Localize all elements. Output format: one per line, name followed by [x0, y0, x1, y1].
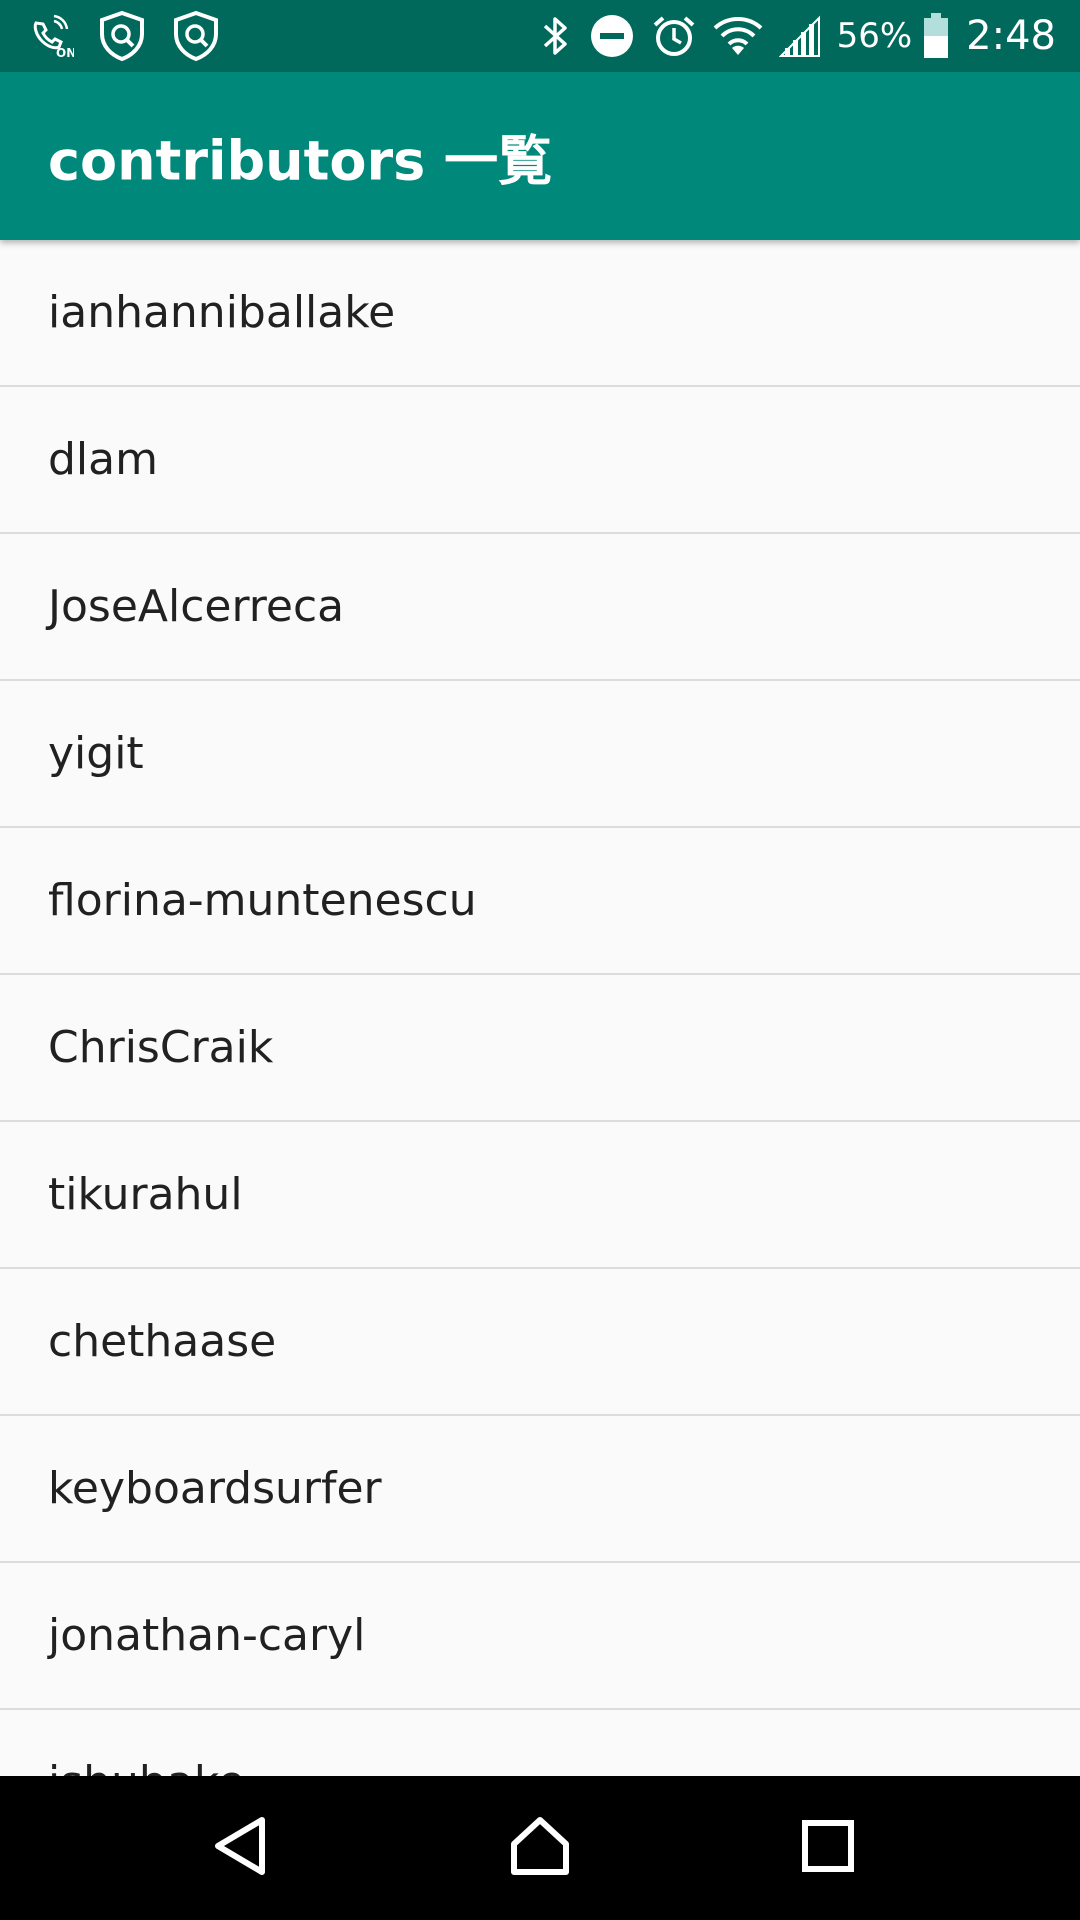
- clock: 2:48: [966, 13, 1056, 59]
- contributor-name: jonathan-caryl: [48, 1610, 366, 1661]
- app-bar: contributors 一覧: [0, 72, 1080, 240]
- home-icon: [508, 1814, 572, 1883]
- page-title: contributors 一覧: [48, 129, 553, 193]
- contributor-name: keyboardsurfer: [48, 1463, 382, 1514]
- list-item[interactable]: jshubake: [0, 1710, 1080, 1776]
- status-left: ON: [28, 0, 244, 72]
- contributor-name: tikurahul: [48, 1169, 243, 1220]
- contributor-name: dlam: [48, 434, 158, 485]
- battery-percent: 56%: [836, 16, 913, 56]
- list-item[interactable]: jonathan-caryl: [0, 1563, 1080, 1710]
- list-item[interactable]: ChrisCraik: [0, 975, 1080, 1122]
- contributors-list[interactable]: ianhanniballake dlam JoseAlcerreca yigit…: [0, 240, 1080, 1776]
- list-item[interactable]: keyboardsurfer: [0, 1416, 1080, 1563]
- contributor-name: florina-muntenescu: [48, 875, 477, 926]
- alarm-icon: [651, 13, 697, 59]
- wifi-calling-icon: ON: [28, 13, 74, 59]
- list-item[interactable]: ianhanniballake: [0, 240, 1080, 387]
- list-item[interactable]: tikurahul: [0, 1122, 1080, 1269]
- contributor-name: jshubake: [48, 1757, 245, 1776]
- list-item[interactable]: yigit: [0, 681, 1080, 828]
- list-item[interactable]: JoseAlcerreca: [0, 534, 1080, 681]
- contributor-name: JoseAlcerreca: [48, 581, 345, 632]
- contributor-name: ianhanniballake: [48, 287, 396, 338]
- svg-text:ON: ON: [56, 46, 74, 59]
- list-item[interactable]: florina-muntenescu: [0, 828, 1080, 975]
- cell-signal-icon: [778, 14, 821, 58]
- app-screen: ON 56% 2:48 contributors 一覧 ianhanniball…: [0, 0, 1080, 1920]
- status-bar: ON 56% 2:48: [0, 0, 1080, 72]
- bluetooth-icon: [539, 13, 573, 59]
- back-button[interactable]: [168, 1776, 312, 1920]
- recents-button[interactable]: [756, 1776, 900, 1920]
- navigation-bar: [0, 1776, 1080, 1920]
- wifi-icon: [713, 14, 763, 58]
- status-right: 56% 2:48: [523, 0, 1056, 72]
- do-not-disturb-icon: [589, 13, 635, 59]
- list-item[interactable]: chethaase: [0, 1269, 1080, 1416]
- shield-search-icon: [170, 10, 222, 62]
- back-icon: [210, 1814, 270, 1883]
- recents-icon: [800, 1818, 856, 1879]
- list-item[interactable]: dlam: [0, 387, 1080, 534]
- shield-search-icon: [96, 10, 148, 62]
- contributor-name: yigit: [48, 728, 144, 779]
- contributor-name: ChrisCraik: [48, 1022, 274, 1073]
- home-button[interactable]: [468, 1776, 612, 1920]
- battery-icon: [922, 12, 950, 60]
- contributor-name: chethaase: [48, 1316, 277, 1367]
